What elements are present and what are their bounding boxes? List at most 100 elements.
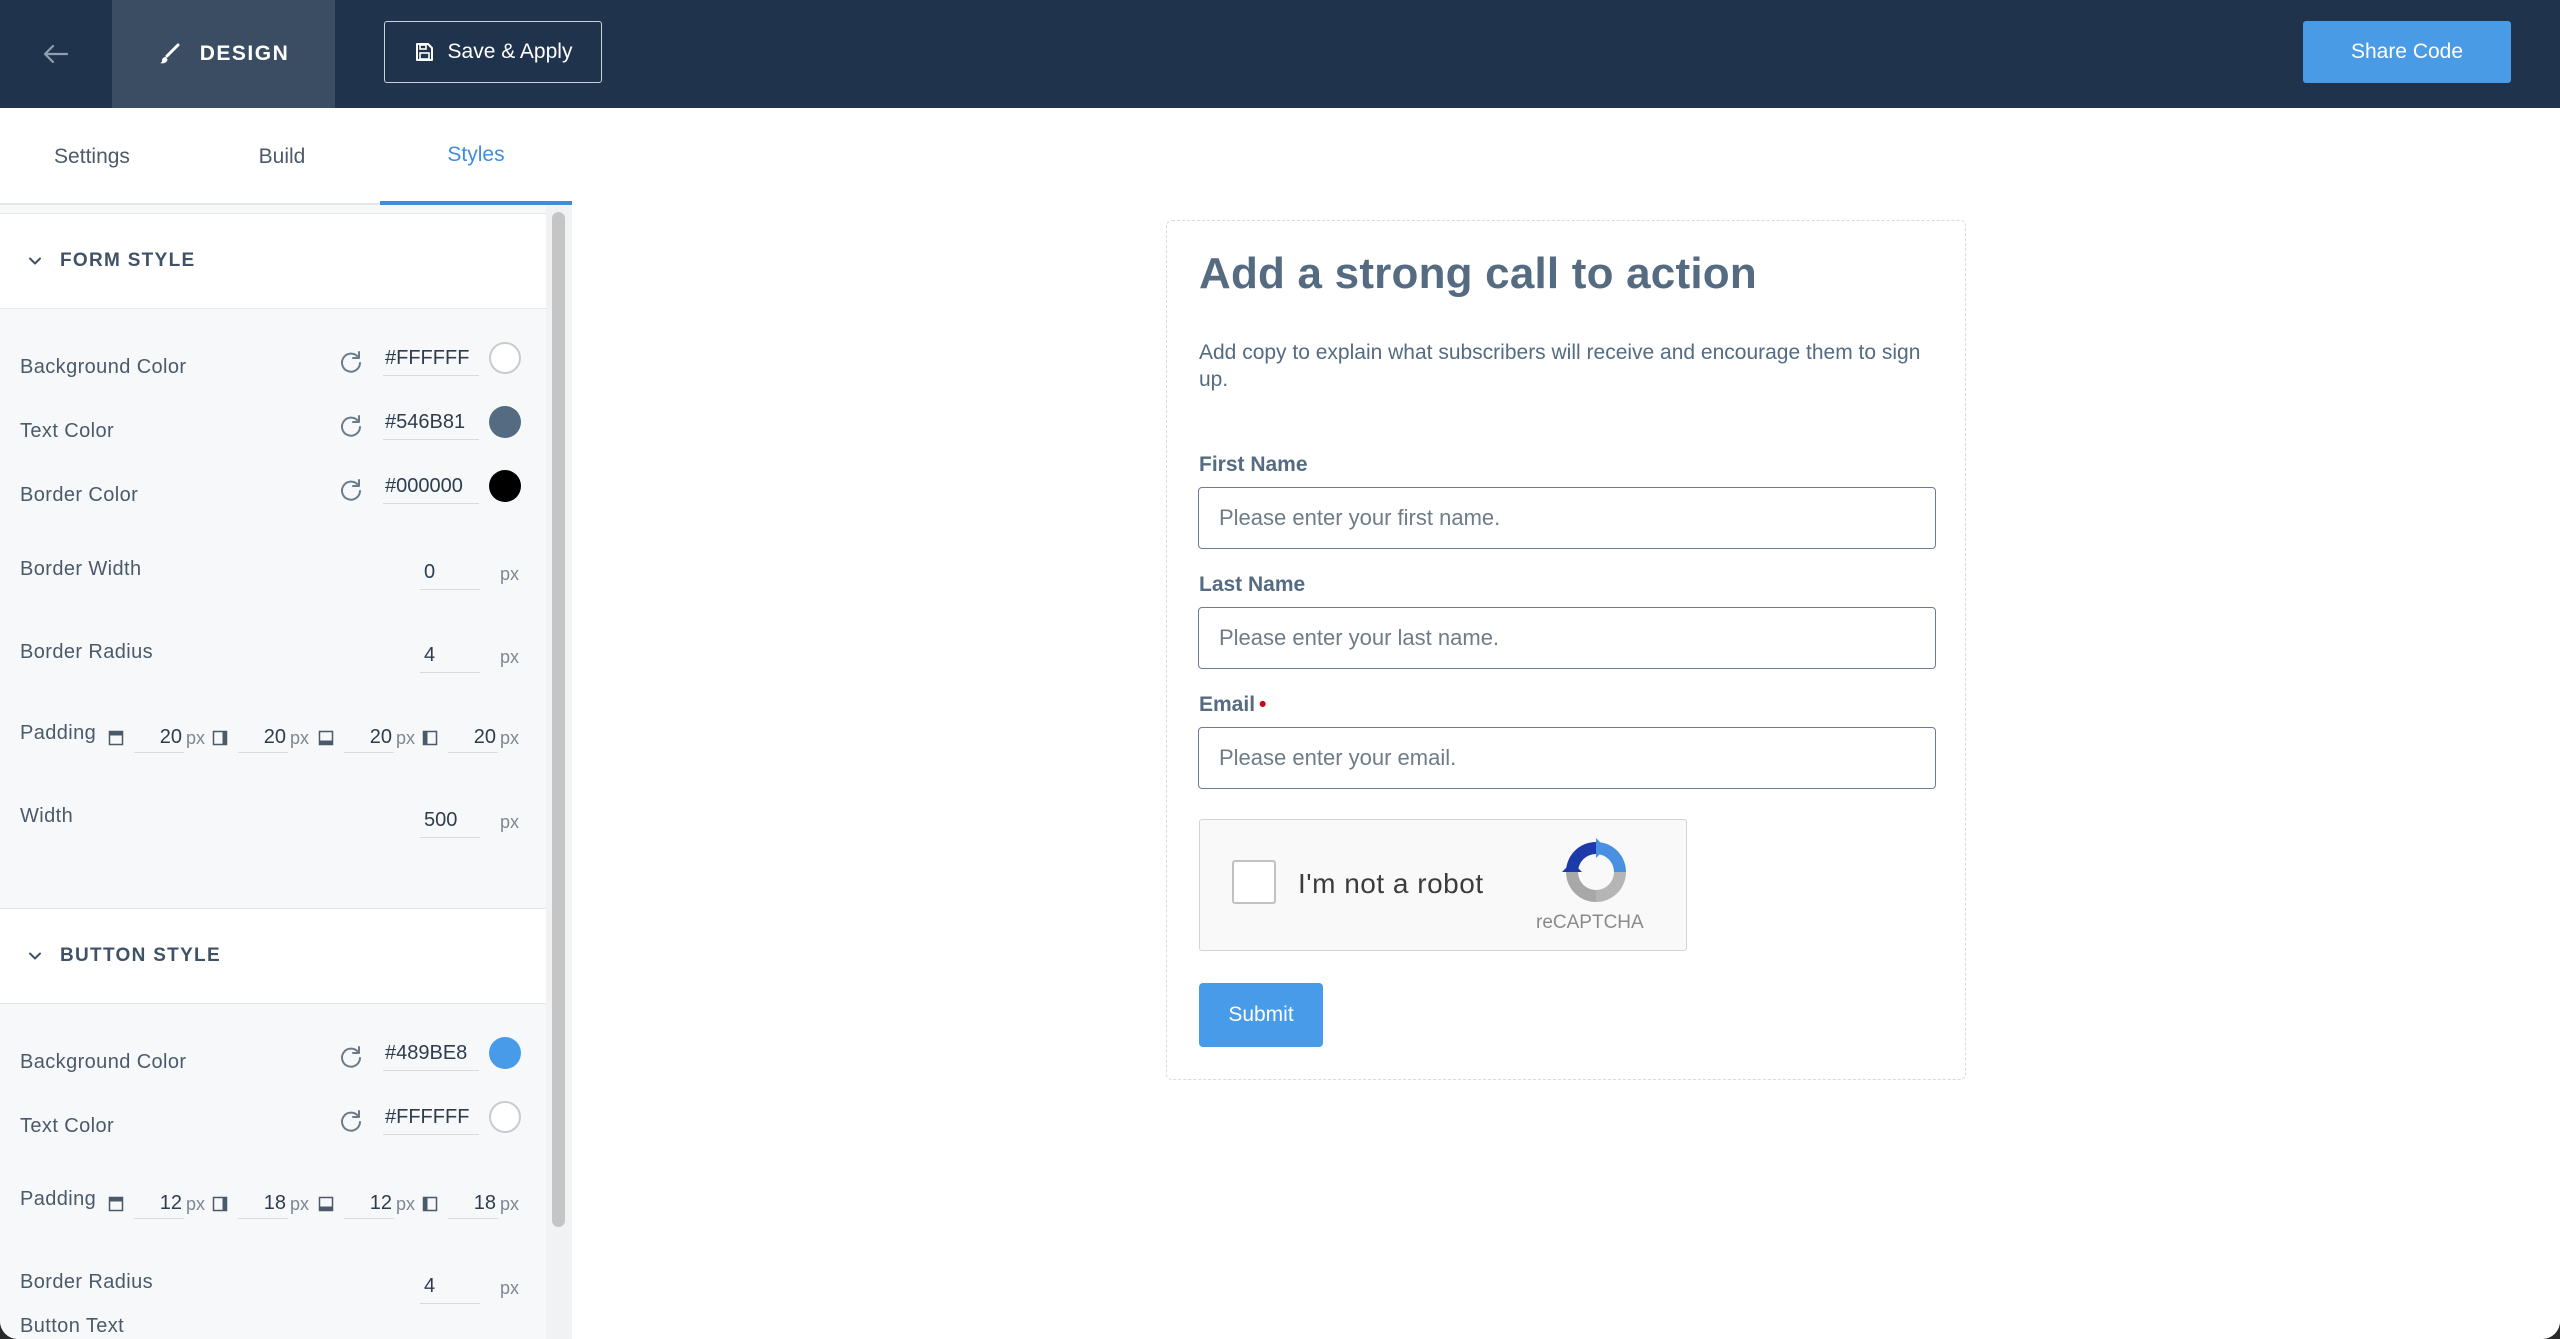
padding-left-icon [422, 730, 438, 746]
form-padding-bottom-unit: px [396, 727, 416, 748]
form-padding-left-value: 20 [448, 723, 498, 753]
padding-right-icon [212, 730, 228, 746]
reset-icon[interactable] [338, 1044, 364, 1070]
padding-bottom-icon [318, 1196, 334, 1212]
sidebar-scrollbar-thumb[interactable] [552, 212, 565, 1227]
back-button[interactable] [0, 0, 112, 108]
button-text-label: Button Text [20, 1315, 125, 1337]
recaptcha-label: I'm not a robot [1298, 868, 1484, 899]
button-text-color-input[interactable]: #FFFFFF [383, 1101, 479, 1135]
reset-icon[interactable] [338, 349, 364, 375]
button-padding-right[interactable]: 18 px [212, 1187, 309, 1221]
sidebar-tabs: Settings Build Styles [0, 108, 572, 205]
form-border-radius-label: Border Radius [20, 641, 154, 663]
padding-top-icon [108, 1196, 124, 1212]
reset-icon[interactable] [338, 477, 364, 503]
button-bg-color-swatch[interactable] [489, 1037, 521, 1069]
recaptcha-brand: reCAPTCHA [1536, 912, 1644, 933]
form-border-width-input[interactable]: 0 [420, 556, 480, 590]
button-padding-bottom-value: 12 [344, 1189, 394, 1219]
tab-styles[interactable]: Styles [380, 108, 572, 205]
button-bg-color-input[interactable]: #489BE8 [383, 1037, 479, 1071]
button-border-radius-label: Border Radius [20, 1271, 154, 1293]
form-text-color-swatch[interactable] [489, 406, 521, 438]
button-padding-bottom-unit: px [396, 1193, 416, 1214]
last-name-label: Last Name [1199, 573, 1306, 596]
button-padding-top-unit: px [186, 1193, 206, 1214]
preview-canvas: Add a strong call to action Add copy to … [574, 108, 2560, 1339]
button-border-radius-input[interactable]: 4 [420, 1270, 480, 1304]
first-name-input[interactable]: Please enter your first name. [1198, 487, 1936, 549]
form-padding-left-unit: px [500, 727, 520, 748]
form-border-radius-unit: px [500, 647, 520, 667]
form-padding-bottom-value: 20 [344, 723, 394, 753]
form-padding-label: Padding [20, 722, 97, 744]
form-border-radius-input[interactable]: 4 [420, 639, 480, 673]
email-label-wrap: Email • [1199, 693, 1266, 717]
style-sidebar: Settings Build Styles FORM STYLE Backgro… [0, 108, 572, 1339]
form-padding-bottom[interactable]: 20 px [318, 721, 415, 755]
form-padding-top-value: 20 [134, 723, 184, 753]
required-marker: • [1259, 693, 1267, 716]
padding-right-icon [212, 1196, 228, 1212]
form-width-unit: px [500, 812, 520, 832]
form-padding-top[interactable]: 20 px [108, 721, 205, 755]
recaptcha-logo-icon [1562, 838, 1626, 902]
form-width-label: Width [20, 805, 74, 827]
reset-icon[interactable] [338, 413, 364, 439]
button-padding-bottom[interactable]: 12 px [318, 1187, 415, 1221]
form-padding-left[interactable]: 20 px [422, 721, 519, 755]
form-border-width-unit: px [500, 564, 520, 584]
tab-styles-label: Styles [447, 142, 505, 166]
submit-label: Submit [1228, 1003, 1294, 1026]
reset-icon[interactable] [338, 1108, 364, 1134]
form-border-color-input[interactable]: #000000 [383, 470, 479, 504]
form-style-section-toggle[interactable]: FORM STYLE [0, 213, 546, 309]
button-style-title: BUTTON STYLE [60, 945, 221, 966]
button-padding-left-value: 18 [448, 1189, 498, 1219]
tab-settings-label: Settings [54, 144, 130, 168]
design-tab[interactable]: DESIGN [112, 0, 335, 108]
arrow-left-icon [43, 44, 69, 64]
tab-settings[interactable]: Settings [0, 108, 184, 205]
button-padding-left[interactable]: 18 px [422, 1187, 519, 1221]
button-padding-label: Padding [20, 1188, 97, 1210]
design-tab-label: DESIGN [199, 42, 290, 65]
submit-button[interactable]: Submit [1199, 983, 1323, 1047]
padding-bottom-icon [318, 730, 334, 746]
save-apply-button[interactable]: Save & Apply [384, 21, 602, 83]
chevron-down-icon [29, 257, 41, 265]
padding-left-icon [422, 1196, 438, 1212]
form-bg-color-label: Background Color [20, 356, 187, 378]
recaptcha-widget: I'm not a robot reCAPTCHA [1199, 819, 1687, 951]
form-border-width-label: Border Width [20, 558, 142, 580]
brush-icon [159, 43, 180, 64]
share-code-button[interactable]: Share Code [2303, 21, 2511, 83]
button-text-color-swatch[interactable] [489, 1101, 521, 1133]
first-name-label: First Name [1199, 453, 1308, 476]
form-style-title: FORM STYLE [60, 250, 196, 271]
tab-build[interactable]: Build [184, 108, 380, 205]
top-bar: DESIGN Save & Apply Share Code [0, 0, 2560, 108]
button-padding-top[interactable]: 12 px [108, 1187, 205, 1221]
chevron-down-icon [29, 952, 41, 960]
form-text-color-label: Text Color [20, 420, 115, 442]
button-style-section-toggle[interactable]: BUTTON STYLE [0, 908, 546, 1004]
form-bg-color-input[interactable]: #FFFFFF [383, 342, 479, 376]
form-border-color-swatch[interactable] [489, 470, 521, 502]
form-text-color-input[interactable]: #546B81 [383, 406, 479, 440]
button-text-color-label: Text Color [20, 1115, 115, 1137]
email-input[interactable]: Please enter your email. [1198, 727, 1936, 789]
button-padding-top-value: 12 [134, 1189, 184, 1219]
save-apply-label: Save & Apply [447, 40, 573, 63]
save-icon [415, 43, 433, 61]
form-padding-right[interactable]: 20 px [212, 721, 309, 755]
form-width-input[interactable]: 500 [420, 804, 480, 838]
signup-form-preview[interactable]: Add a strong call to action Add copy to … [1166, 220, 1966, 1080]
form-border-color-label: Border Color [20, 484, 139, 506]
form-bg-color-swatch[interactable] [489, 342, 521, 374]
last-name-input[interactable]: Please enter your last name. [1198, 607, 1936, 669]
recaptcha-checkbox[interactable] [1232, 860, 1276, 904]
button-padding-right-unit: px [290, 1193, 310, 1214]
form-title: Add a strong call to action [1199, 249, 1757, 298]
